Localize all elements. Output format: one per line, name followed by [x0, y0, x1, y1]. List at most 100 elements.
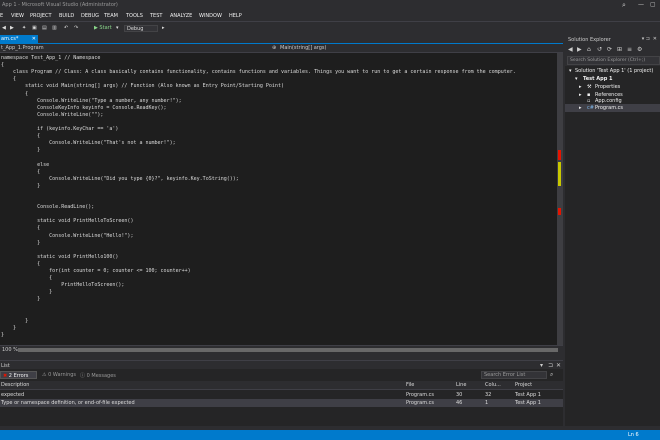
close-tab-icon[interactable]: ✕: [32, 36, 36, 42]
error-row-column[interactable]: 32: [485, 392, 491, 398]
quick-launch-search-icon[interactable]: ⌕: [622, 1, 632, 9]
column-project[interactable]: Project: [515, 382, 532, 388]
open-file-icon[interactable]: ▣: [32, 25, 37, 31]
toolbar-extra-icon[interactable]: ▸: [162, 25, 165, 31]
tree-expander-icon[interactable]: ▸: [579, 92, 582, 98]
menu-analyze[interactable]: ANALYZE: [170, 13, 192, 19]
close-panel-icon[interactable]: ✕: [556, 362, 561, 369]
menu-view[interactable]: VIEW: [11, 13, 24, 19]
tree-expander-icon[interactable]: ▸: [579, 105, 582, 111]
error-row-description[interactable]: Type or namespace definition, or end-of-…: [1, 400, 135, 406]
tree-item-solution[interactable]: Solution 'Test App 1' (1 project): [575, 68, 653, 74]
member-dropdown[interactable]: Main(string[] args): [280, 45, 327, 51]
code-line[interactable]: }: [1, 296, 40, 302]
code-line[interactable]: {: [1, 225, 40, 231]
menu-edit[interactable]: E: [0, 13, 3, 19]
code-line[interactable]: }: [1, 332, 4, 338]
code-line[interactable]: {: [1, 76, 16, 82]
back-icon[interactable]: ◀: [2, 25, 6, 31]
code-line[interactable]: static void Main(string[] args) // Funct…: [1, 83, 284, 89]
configuration-dropdown[interactable]: Debug: [124, 25, 158, 32]
error-row-project[interactable]: Test App 1: [515, 400, 541, 406]
zoom-level[interactable]: 100 %: [2, 347, 18, 353]
code-line[interactable]: }: [1, 318, 28, 324]
search-icon[interactable]: ⌕: [550, 371, 553, 379]
error-row-file[interactable]: Program.cs: [406, 392, 434, 398]
code-line[interactable]: Console.ReadLine();: [1, 204, 94, 210]
column-line[interactable]: Line: [456, 382, 466, 388]
code-line[interactable]: Console.WriteLine("Type a number, any nu…: [1, 98, 182, 104]
collapse-all-icon[interactable]: ⊞: [617, 46, 622, 53]
error-row-column[interactable]: 1: [485, 400, 488, 406]
warnings-filter-button[interactable]: ⚠ 0 Warnings: [40, 371, 76, 379]
code-line[interactable]: {: [1, 275, 52, 281]
code-line[interactable]: Console.WriteLine("That's not a number!"…: [1, 140, 175, 146]
properties-icon[interactable]: ⚙: [637, 46, 642, 53]
redo-icon[interactable]: ↷: [74, 25, 78, 31]
code-line[interactable]: for(int counter = 0; counter <= 100; cou…: [1, 268, 191, 274]
tree-expander-icon[interactable]: ▾: [569, 68, 572, 74]
start-dropdown-icon[interactable]: ▾: [116, 25, 119, 31]
code-line[interactable]: }: [1, 147, 40, 153]
code-line[interactable]: }: [1, 240, 40, 246]
code-line[interactable]: {: [1, 62, 4, 68]
show-all-files-icon[interactable]: ≡: [627, 46, 632, 53]
code-line[interactable]: if (keyinfo.KeyChar == 'a'): [1, 126, 118, 132]
close-panel-icon[interactable]: ✕: [653, 36, 657, 42]
error-row-line[interactable]: 46: [456, 400, 462, 406]
code-line[interactable]: {: [1, 91, 28, 97]
panel-menu-icon[interactable]: ▾: [540, 362, 543, 369]
editor-horizontal-scrollbar[interactable]: 100 %: [0, 345, 563, 353]
code-line[interactable]: Console.WriteLine("");: [1, 112, 103, 118]
tree-item-program-cs[interactable]: Program.cs: [595, 105, 623, 111]
menu-build[interactable]: BUILD: [59, 13, 74, 19]
maximize-icon[interactable]: ▢: [650, 1, 656, 8]
menu-tools[interactable]: TOOLS: [126, 13, 143, 19]
menu-team[interactable]: TEAM: [104, 13, 118, 19]
solution-explorer-search-input[interactable]: Search Solution Explorer (Ctrl+;): [567, 56, 660, 65]
messages-filter-button[interactable]: ⓘ 0 Messages: [78, 371, 118, 379]
tree-item-properties[interactable]: Properties: [595, 84, 620, 90]
tree-item-project[interactable]: Test App 1: [583, 76, 613, 82]
undo-icon[interactable]: ↶: [64, 25, 68, 31]
code-line[interactable]: }: [1, 289, 52, 295]
forward-icon[interactable]: ▶: [577, 46, 582, 53]
code-line[interactable]: static void PrintHelloToScreen(): [1, 218, 133, 224]
code-editor[interactable]: namespace Test_App_1 // Namespace{ class…: [0, 53, 557, 345]
menu-help[interactable]: HELP: [229, 13, 242, 19]
error-list-search-input[interactable]: Search Error List: [481, 371, 547, 379]
pin-icon[interactable]: ▾ ⊐: [642, 36, 650, 42]
sync-icon[interactable]: ↺: [597, 46, 602, 53]
pin-icon[interactable]: ⊐: [548, 362, 553, 369]
error-row-project[interactable]: Test App 1: [515, 392, 541, 398]
code-line[interactable]: namespace Test_App_1 // Namespace: [1, 55, 100, 61]
code-line[interactable]: ConsoleKeyInfo keyinfo = Console.ReadKey…: [1, 105, 166, 111]
code-line[interactable]: {: [1, 169, 40, 175]
tree-expander-icon[interactable]: ▸: [579, 84, 582, 90]
error-row-file[interactable]: Program.cs: [406, 400, 434, 406]
code-line[interactable]: {: [1, 261, 40, 267]
errors-filter-button[interactable]: ✖ 2 Errors: [0, 371, 37, 379]
code-line[interactable]: }: [1, 325, 16, 331]
code-line[interactable]: Console.WriteLine("Hello!");: [1, 233, 133, 239]
back-icon[interactable]: ◀: [568, 46, 573, 53]
column-description[interactable]: Description: [1, 382, 29, 388]
minimize-icon[interactable]: —: [638, 1, 644, 8]
code-line[interactable]: {: [1, 133, 40, 139]
menu-test[interactable]: TEST: [150, 13, 162, 19]
code-line[interactable]: }: [1, 183, 40, 189]
menu-window[interactable]: WINDOW: [199, 13, 222, 19]
menu-debug[interactable]: DEBUG: [81, 13, 99, 19]
new-project-icon[interactable]: ✦: [22, 25, 26, 31]
tree-expander-icon[interactable]: ▾: [575, 76, 578, 82]
tab-program-cs[interactable]: am.cs* ✕: [0, 35, 38, 43]
tree-item-app-config[interactable]: App.config: [595, 98, 622, 104]
save-icon[interactable]: ▤: [42, 25, 47, 31]
menu-project[interactable]: PROJECT: [30, 13, 52, 19]
column-file[interactable]: File: [406, 382, 414, 388]
column-column[interactable]: Colu...: [485, 382, 501, 388]
error-row-line[interactable]: 30: [456, 392, 462, 398]
horizontal-scroll-thumb[interactable]: [18, 348, 558, 352]
code-line[interactable]: Console.WriteLine("Did you type {0}?", k…: [1, 176, 239, 182]
start-button[interactable]: ▶ Start: [94, 25, 112, 31]
